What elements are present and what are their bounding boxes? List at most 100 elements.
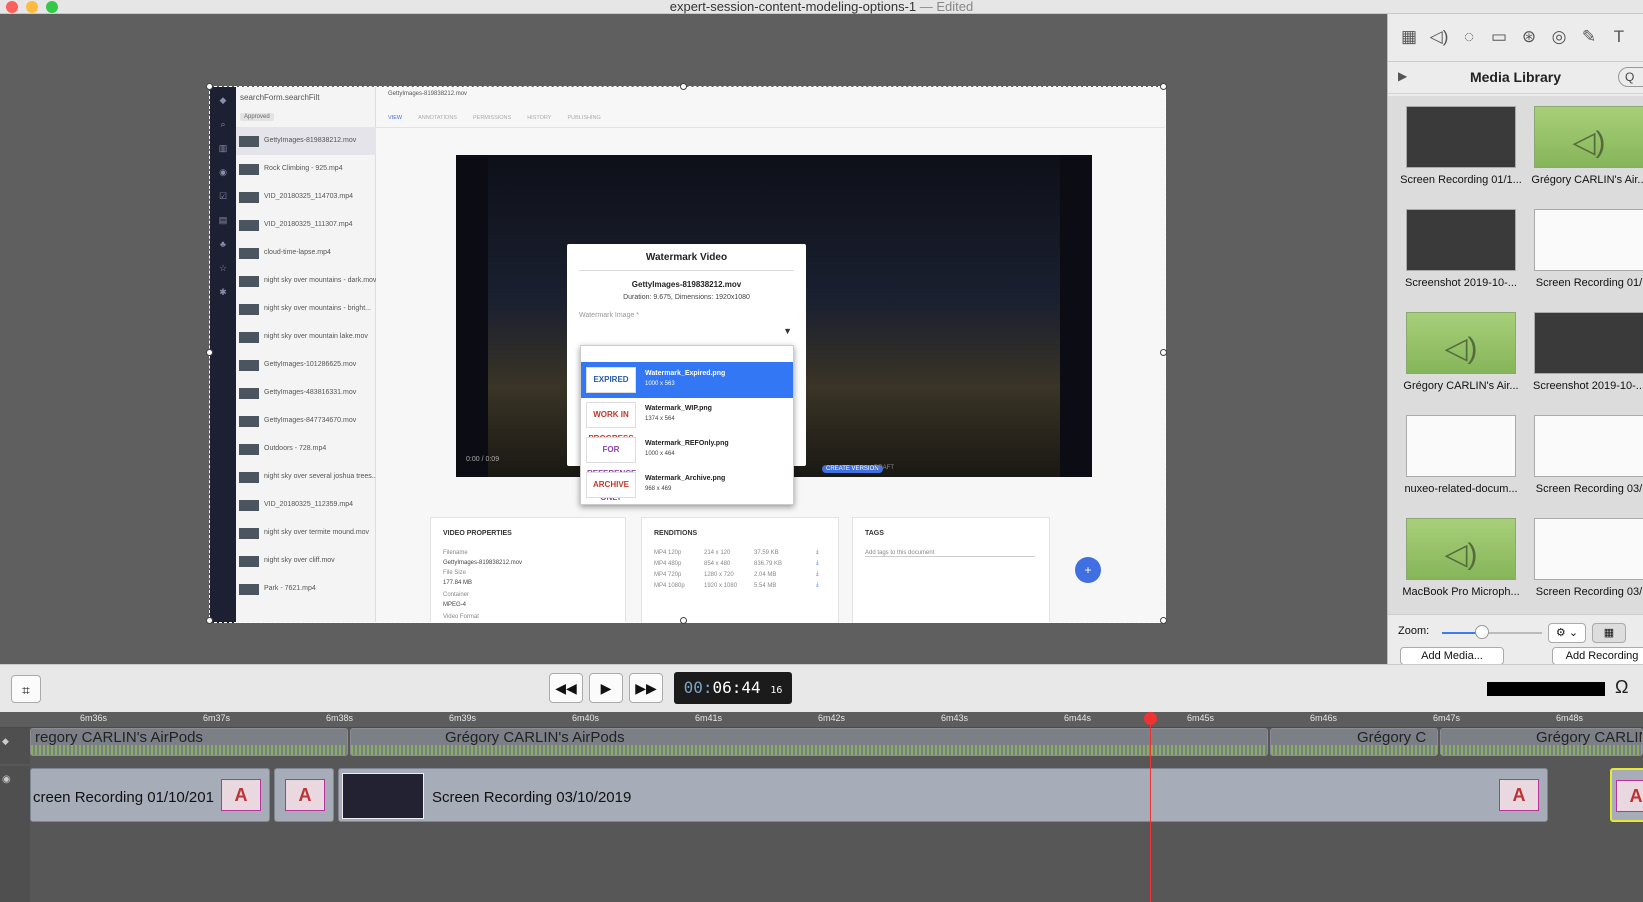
- media-library-title: Media Library: [1469, 69, 1562, 85]
- selection-outline: [209, 86, 1166, 623]
- media-thumbnail: ◁): [1406, 518, 1516, 580]
- playhead-knob[interactable]: [1144, 712, 1157, 725]
- add-media-button[interactable]: Add Media...: [1400, 647, 1504, 665]
- media-label: nuxeo-related-docum...: [1404, 483, 1518, 495]
- media-library-header: ▶ Media Library Q: [1388, 62, 1643, 94]
- media-label: MacBook Pro Microph...: [1402, 586, 1520, 598]
- playhead-line[interactable]: [1150, 712, 1151, 902]
- video-clip[interactable]: creen Recording 01/10/201 A: [30, 768, 270, 822]
- media-thumbnail: ◁): [1406, 312, 1516, 374]
- media-label: Screenshot 2019-10-...: [1533, 380, 1643, 392]
- window-title: expert-session-content-modeling-options-…: [0, 0, 1643, 14]
- annotation-marker-icon: A: [285, 779, 325, 811]
- resize-handle[interactable]: [680, 617, 687, 624]
- media-label: Grégory CARLIN's Air...: [1531, 174, 1643, 186]
- lock-icon[interactable]: ◆: [2, 736, 9, 747]
- media-thumbnail: [1534, 415, 1643, 477]
- ruler-tick-label: 6m41s: [695, 713, 723, 723]
- timecode-display: 00:06:44 16: [674, 672, 792, 704]
- screen-tool-icon[interactable]: ▭: [1488, 26, 1510, 48]
- zoom-slider[interactable]: [1442, 632, 1542, 634]
- media-library-panel: ▦ ◁) ◌ ▭ ⊛ ◎ ✎ T ▶ Media Library Q Scree…: [1387, 14, 1643, 696]
- audio-tool-icon[interactable]: ◁): [1428, 26, 1450, 48]
- clip-thumbnail: [342, 773, 424, 819]
- headphones-icon[interactable]: Ω: [1615, 677, 1628, 698]
- ruler-tick-label: 6m40s: [572, 713, 600, 723]
- ruler-tick-label: 6m42s: [818, 713, 846, 723]
- tools-toolbar: ▦ ◁) ◌ ▭ ⊛ ◎ ✎ T: [1388, 14, 1643, 62]
- text-tool-icon[interactable]: T: [1608, 26, 1630, 48]
- media-thumbnail: [1534, 312, 1643, 374]
- media-thumbnail: [1406, 415, 1516, 477]
- video-clip-label: Screen Recording 03/10/2019: [432, 789, 632, 806]
- resize-handle[interactable]: [1160, 83, 1167, 90]
- fast-forward-button[interactable]: ▶▶: [629, 673, 663, 703]
- audio-clip[interactable]: Grégory C: [1270, 728, 1438, 756]
- media-label: Screen Recording 03/: [1535, 483, 1643, 495]
- annotation-marker-icon: A: [1616, 780, 1643, 812]
- ruler-tick-label: 6m39s: [449, 713, 477, 723]
- audio-meter: [1487, 682, 1605, 696]
- timecode-main: 06:44: [712, 678, 761, 697]
- video-clip[interactable]: Screen Recording 03/10/2019 A: [338, 768, 1548, 822]
- ruler-tick-label: 6m45s: [1187, 713, 1215, 723]
- doc-name: expert-session-content-modeling-options-…: [669, 0, 917, 14]
- resize-handle[interactable]: [206, 349, 213, 356]
- cursor-tool-icon[interactable]: ⊛: [1518, 26, 1540, 48]
- eye-icon[interactable]: ◉: [2, 774, 11, 785]
- track-1-controls[interactable]: ◉: [0, 766, 30, 902]
- media-thumbnail: [1406, 209, 1516, 271]
- resize-handle[interactable]: [206, 83, 213, 90]
- resize-handle[interactable]: [1160, 617, 1167, 624]
- speaker-icon: ◁): [1444, 538, 1478, 571]
- resize-handle[interactable]: [680, 83, 687, 90]
- play-button[interactable]: ▶: [589, 673, 623, 703]
- track-2-controls[interactable]: ◆: [0, 728, 30, 764]
- animation-tool-icon[interactable]: ◌: [1458, 26, 1480, 48]
- zoom-slider-knob[interactable]: [1475, 625, 1489, 639]
- media-label: Screenshot 2019-10-...: [1405, 277, 1517, 289]
- crop-icon[interactable]: ⌗: [11, 675, 41, 703]
- speaker-icon: ◁): [1444, 332, 1478, 365]
- window-titlebar: expert-session-content-modeling-options-…: [0, 0, 1643, 14]
- timeline-ruler[interactable]: 6m36s 6m37s 6m38s 6m39s 6m40s 6m41s 6m42s 6m43s…: [0, 712, 1643, 728]
- ruler-tick-label: 6m46s: [1310, 713, 1338, 723]
- ruler-tick-label: 6m47s: [1433, 713, 1461, 723]
- ruler-tick-label: 6m36s: [80, 713, 108, 723]
- rewind-button[interactable]: ◀◀: [549, 673, 583, 703]
- video-clip[interactable]: A: [274, 768, 334, 822]
- gear-menu-icon[interactable]: ⚙ ⌄: [1548, 623, 1586, 643]
- video-clip[interactable]: A: [1610, 768, 1643, 822]
- media-thumbnail: [1534, 209, 1643, 271]
- ruler-tick-label: 6m48s: [1556, 713, 1584, 723]
- media-search-input[interactable]: Q: [1618, 67, 1643, 87]
- media-label: Screen Recording 03/: [1535, 586, 1643, 598]
- audio-clip[interactable]: Grégory CARLIN's AirPods: [350, 728, 1268, 756]
- media-grid: Screen Recording 01/1... ◁) Grégory CARLIN…: [1388, 96, 1643, 646]
- ruler-tick-label: 6m44s: [1064, 713, 1092, 723]
- transport-bar: ⌗ ◀◀ ▶ ▶▶ 00:06:44 16 Ω: [0, 664, 1643, 712]
- timecode-hours: 00:: [683, 678, 713, 697]
- media-label: Grégory CARLIN's Air...: [1403, 380, 1519, 392]
- grid-view-icon[interactable]: ▦: [1592, 623, 1626, 643]
- media-thumbnail: ◁): [1534, 106, 1643, 168]
- ruler-tick-label: 6m37s: [203, 713, 231, 723]
- media-thumbnail: [1534, 518, 1643, 580]
- audio-clip-label: Grégory CARLIN's AirPods: [445, 729, 625, 746]
- add-recording-button[interactable]: Add Recording: [1552, 647, 1643, 665]
- timecode-frames: 16: [770, 685, 783, 696]
- audio-clip[interactable]: Grégory CARLIN: [1440, 728, 1643, 756]
- resize-handle[interactable]: [206, 617, 213, 624]
- filters-tool-icon[interactable]: ◎: [1548, 26, 1570, 48]
- annotation-marker-icon: A: [221, 779, 261, 811]
- media-tool-icon[interactable]: ▦: [1398, 26, 1420, 48]
- audio-clip-label: Grégory C: [1357, 729, 1427, 746]
- annotation-tool-icon[interactable]: ✎: [1578, 26, 1600, 48]
- resize-handle[interactable]: [1160, 349, 1167, 356]
- video-clip-label: creen Recording 01/10/201: [33, 789, 214, 806]
- timeline-tracks[interactable]: ◆ ◉ regory CARLIN's AirPods Grégory CARL…: [0, 728, 1643, 902]
- media-label: Screen Recording 01/: [1535, 277, 1643, 289]
- media-label: Screen Recording 01/1...: [1400, 174, 1522, 186]
- audio-clip[interactable]: regory CARLIN's AirPods: [30, 728, 348, 756]
- audio-clip-label: regory CARLIN's AirPods: [35, 729, 203, 746]
